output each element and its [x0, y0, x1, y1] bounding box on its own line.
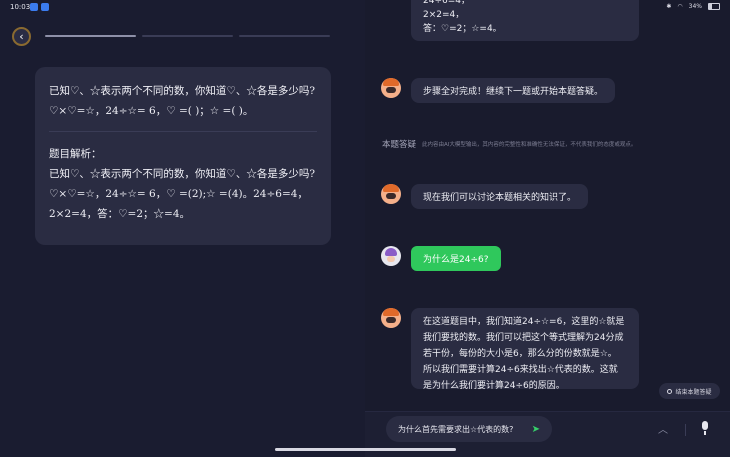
suggested-question-input[interactable]: 为什么首先需要求出☆代表的数? ➤ [386, 416, 552, 442]
circle-icon [667, 388, 673, 394]
toolbar-divider [685, 424, 686, 436]
microphone-icon[interactable] [700, 421, 710, 436]
bot-message-discuss: 现在我们可以讨论本题相关的知识了。 [411, 184, 589, 209]
bubble-line: 24÷6=4， [423, 0, 470, 6]
progress-segment-3 [239, 35, 330, 37]
bubble-line: 答：♡=2；☆=4。 [423, 24, 502, 34]
bot-avatar [381, 184, 401, 204]
question-card: 已知♡、☆表示两个不同的数，你知道♡、☆各是多少吗? ♡×♡=☆，24÷☆= 6… [35, 67, 331, 245]
chevron-up-icon[interactable]: ︿ [658, 421, 668, 436]
previous-bot-bubble: 24÷6=4， 2×2=4， 答：♡=2；☆=4。 [411, 0, 639, 41]
section-label: 本题答疑 [382, 140, 417, 150]
battery-percent: 34% [688, 3, 702, 10]
back-arrow-icon: ‹ [19, 30, 24, 43]
app-notification-icon [41, 3, 49, 11]
bot-avatar [381, 78, 401, 98]
analysis-line-3: 2×2=4，答：♡=2；☆=4。 [49, 208, 191, 220]
status-time: 10:03 [10, 3, 31, 11]
analysis-title: 题目解析： [49, 148, 102, 160]
ai-disclaimer: 此内容由AI大模型输出，其内容的完整性和准确性无法保证，不代表我们的态度或观点。 [422, 142, 637, 148]
bot-message-complete: 步骤全对完成！继续下一题或开始本题答疑。 [411, 78, 616, 103]
user-message: 为什么是24÷6? [411, 246, 501, 271]
answer-line: 若干份，每份的大小是6，那么分的份数就是☆。 [423, 349, 617, 359]
answer-line: 所以我们需要计算24÷6来找出☆代表的数。这就 [423, 365, 618, 375]
user-avatar [381, 246, 401, 266]
bluetooth-icon: ✱ [666, 3, 672, 10]
status-app-icons [30, 3, 49, 11]
bubble-line: 2×2=4， [423, 10, 465, 20]
battery-icon [708, 3, 720, 10]
answer-line: 是为什么我们要计算24÷6的原因。 [423, 381, 565, 391]
app-notification-icon [30, 3, 38, 11]
analysis-line-2: ♡×♡=☆，24÷☆= 6，♡ =(2);☆ =(4)。24÷6=4， [49, 188, 308, 200]
back-button[interactable]: ‹ [12, 27, 31, 46]
question-stem-line-2: ♡×♡=☆，24÷☆= 6，♡ =( )；☆ =( )。 [49, 105, 254, 117]
progress-segment-1 [45, 35, 136, 37]
wifi-icon: ◠ [677, 3, 683, 10]
question-stem-line-1: 已知♡、☆表示两个不同的数，你知道♡、☆各是多少吗? [49, 85, 315, 97]
end-qa-button[interactable]: 结束本题答疑 [659, 383, 720, 399]
send-icon[interactable]: ➤ [532, 424, 540, 435]
answer-line: 在这道题目中，我们知道24÷☆=6，这里的☆就是 [423, 317, 625, 327]
status-right: ✱ ◠ 34% [666, 3, 720, 10]
home-indicator[interactable] [275, 448, 456, 451]
bot-answer: 在这道题目中，我们知道24÷☆=6，这里的☆就是 我们要找的数。我们可以把这个等… [411, 308, 639, 391]
analysis-line-1: 已知♡、☆表示两个不同的数，你知道♡、☆各是多少吗? [49, 168, 315, 180]
card-divider [49, 131, 317, 132]
input-text: 为什么首先需要求出☆代表的数? [398, 424, 514, 434]
answer-line: 我们要找的数。我们可以把这个等式理解为24分成 [423, 333, 624, 343]
end-qa-label: 结束本题答疑 [675, 388, 712, 396]
progress-segment-2 [142, 35, 233, 37]
bot-avatar [381, 308, 401, 328]
